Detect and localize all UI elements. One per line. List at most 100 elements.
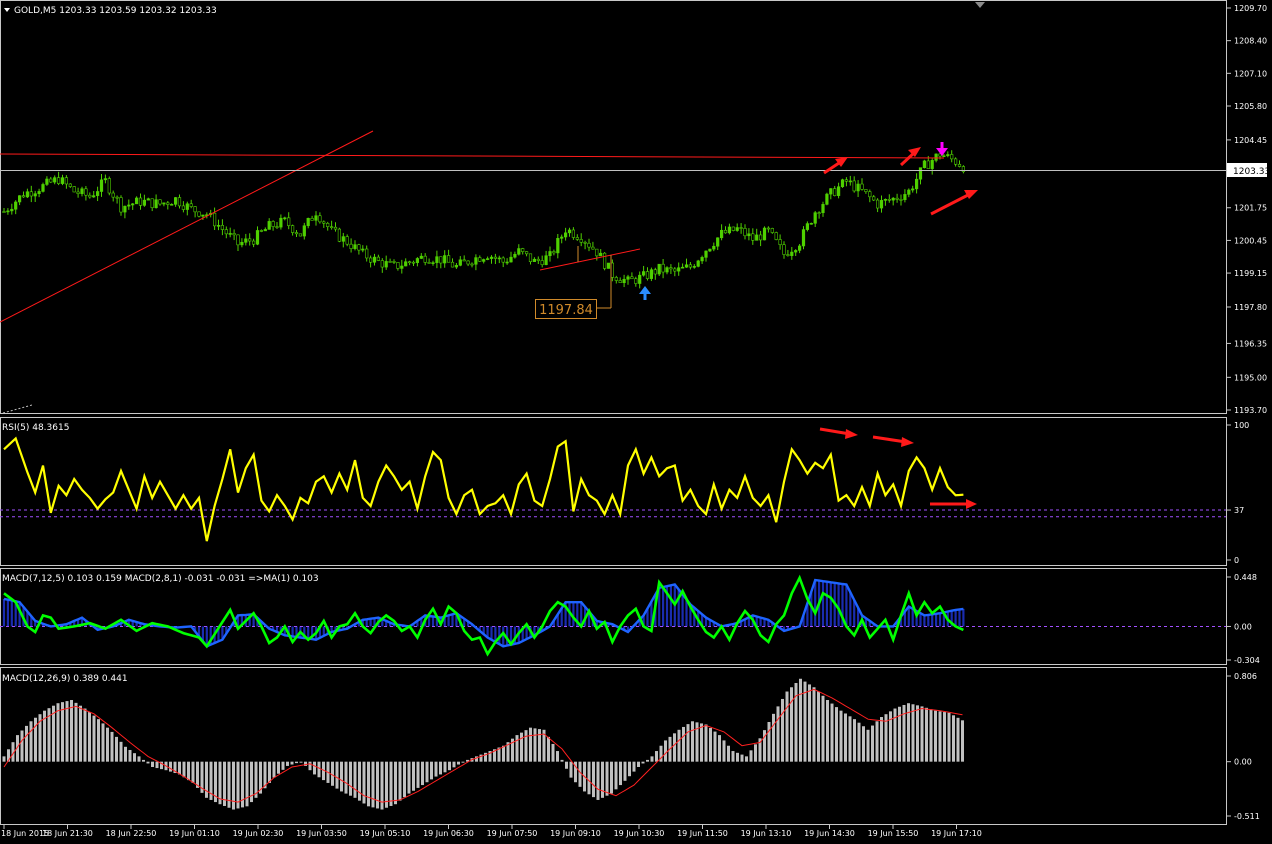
macd-hist-bar bbox=[934, 710, 937, 762]
rsi-header: RSI(5) 48.3615 bbox=[2, 423, 69, 433]
macd-hist-bar bbox=[812, 687, 816, 762]
macd-hist-bar bbox=[835, 707, 838, 762]
macd-hist-bar bbox=[686, 724, 690, 762]
macd-hist-bar bbox=[821, 695, 825, 762]
macd-hist-bar bbox=[803, 681, 807, 762]
price-candle bbox=[825, 192, 829, 206]
macd-hist-bar bbox=[623, 761, 627, 781]
macd-hist-bar bbox=[920, 706, 924, 762]
macd-hist-bar bbox=[556, 751, 559, 762]
macd-hist-bar bbox=[799, 678, 802, 762]
axis-tick-label: 1195.00 bbox=[1234, 373, 1267, 382]
macd-hist-bar bbox=[641, 761, 645, 764]
macd-hist-bar bbox=[736, 752, 739, 762]
price-candle bbox=[298, 233, 303, 237]
macd-hist-bar bbox=[614, 761, 618, 790]
trading-chart[interactable]: 1209.70 1208.40 1207.10 1205.80 1204.45 1203.… bbox=[0, 0, 1272, 840]
price-candle bbox=[602, 252, 607, 271]
macd-hist-bar bbox=[880, 717, 883, 762]
macd-hist-bar bbox=[115, 736, 118, 762]
macd-hist-bar bbox=[650, 756, 654, 762]
macd-hist-bar bbox=[232, 761, 235, 810]
macd-hist-bar bbox=[457, 761, 460, 765]
macd-hist-bar bbox=[272, 761, 276, 778]
macd-hist-bar bbox=[857, 722, 861, 762]
price-candle bbox=[731, 226, 735, 232]
axis-tick-label: 1197.80 bbox=[1234, 303, 1267, 312]
macd-hist-bar bbox=[74, 702, 78, 762]
macd-hist-bar bbox=[452, 761, 456, 768]
macd-hist-bar bbox=[371, 761, 375, 808]
macd-hist-bar bbox=[772, 713, 775, 762]
macd-hist-bar bbox=[952, 715, 955, 762]
macd-hist-bar bbox=[929, 709, 933, 762]
time-tick-label: 19 Jun 17:10 bbox=[931, 829, 982, 838]
price-candle bbox=[606, 262, 611, 269]
macd-hist-bar bbox=[839, 710, 843, 762]
price-candle bbox=[922, 159, 926, 169]
macd-hist-bar bbox=[655, 751, 658, 762]
macd-hist-bar bbox=[862, 726, 865, 762]
macd-hist-bar bbox=[137, 756, 141, 762]
macd-hist-bar bbox=[362, 761, 366, 804]
macd-hist-bar bbox=[83, 708, 87, 762]
macd-hist-bar bbox=[56, 703, 60, 762]
macd-hist-bar bbox=[281, 761, 285, 770]
macd-hist-bar bbox=[461, 761, 465, 763]
macd-hist-bar bbox=[97, 719, 100, 762]
macd-hist-bar bbox=[61, 702, 64, 762]
axis-tick-label: 1204.45 bbox=[1234, 136, 1267, 145]
macd-hist-bar bbox=[731, 751, 735, 762]
macd-hist-bar bbox=[340, 761, 343, 792]
macd-hist-bar bbox=[515, 735, 519, 762]
main-header-text: GOLD,M5 1203.33 1203.59 1203.32 1203.33 bbox=[14, 6, 217, 16]
macd-hist-bar bbox=[520, 732, 523, 762]
macd-hist-bar bbox=[502, 745, 505, 762]
axis-tick-label: 0.00 bbox=[1234, 758, 1252, 767]
macd-hist-bar bbox=[794, 683, 798, 762]
macd-hist-bar bbox=[637, 761, 640, 767]
macd-hist-bar bbox=[110, 731, 114, 762]
macd-hist-bar bbox=[938, 711, 942, 762]
price-candle bbox=[801, 226, 806, 250]
macd-hist-bar bbox=[808, 684, 811, 762]
time-tick-label: 19 Jun 03:50 bbox=[296, 829, 347, 838]
macd-hist-bar bbox=[682, 726, 685, 762]
macd-hist-bar bbox=[664, 740, 667, 762]
macd-hist-bar bbox=[407, 761, 411, 794]
macd-hist-bar bbox=[871, 725, 874, 762]
time-tick-label: 19 Jun 06:30 bbox=[423, 829, 474, 838]
axis-tick-label: -0.304 bbox=[1234, 656, 1260, 665]
macd-hist-bar bbox=[119, 741, 123, 762]
macd-hist-bar bbox=[313, 761, 316, 775]
macd-hist-bar bbox=[448, 761, 451, 771]
macd-hist-bar bbox=[290, 761, 294, 765]
macd-hist-bar bbox=[20, 730, 24, 762]
macd-hist-bar bbox=[956, 717, 960, 762]
macd-hist-bar bbox=[718, 735, 721, 762]
macd-hist-bar bbox=[587, 761, 591, 795]
macd-hist-bar bbox=[425, 761, 429, 783]
macd-hist-bar bbox=[268, 761, 271, 783]
macd-hist-bar bbox=[628, 761, 631, 777]
price-candle bbox=[337, 227, 342, 243]
macd-hist-bar bbox=[92, 715, 96, 762]
price-candle bbox=[657, 263, 661, 276]
macd-hist-bar bbox=[947, 712, 951, 762]
macd-hist-bar bbox=[790, 687, 793, 762]
macd-hist-bar bbox=[848, 716, 852, 762]
macd-hist-bar bbox=[331, 761, 334, 786]
macd-hist-bar bbox=[416, 761, 420, 788]
macd-hist-bar bbox=[196, 761, 199, 788]
macd-hist-bar bbox=[551, 743, 555, 762]
axis-tick-label: 1205.80 bbox=[1234, 102, 1267, 111]
macd-fast-header: MACD(7,12,5) 0.103 0.159 MACD(2,8,1) -0.… bbox=[2, 574, 319, 584]
macd-hist-bar bbox=[605, 761, 609, 796]
macd-hist-bar bbox=[524, 730, 528, 762]
macd-hist-bar bbox=[943, 712, 946, 762]
axis-tick-label: 0.448 bbox=[1234, 573, 1257, 582]
macd-hist-bar bbox=[785, 691, 789, 762]
time-tick-label: 19 Jun 13:10 bbox=[741, 829, 792, 838]
time-tick-label: 19 Jun 01:10 bbox=[169, 829, 220, 838]
macd-hist-bar bbox=[745, 756, 748, 762]
